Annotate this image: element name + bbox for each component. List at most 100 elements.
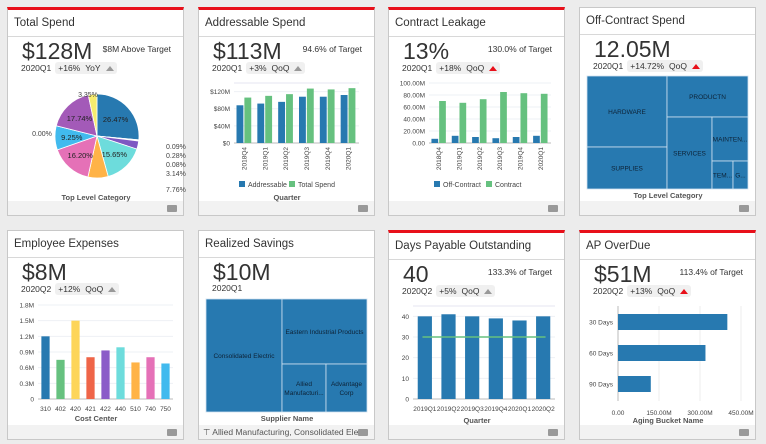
y-tick-label: 60 Days (589, 351, 614, 358)
bar (618, 314, 728, 330)
treemap-label: PRODUCTN (689, 94, 726, 101)
chart: Quarter $0 $40M $80M $120M 2018Q4 2019Q1 2019Q2… (210, 82, 359, 202)
y-tick-label: 100.00M (400, 81, 425, 88)
slice-label: 17.74% (67, 114, 93, 123)
bar-off-contract (472, 137, 479, 143)
slice-label: 0.00% (32, 131, 52, 138)
bar-off-contract (533, 135, 540, 143)
bar-contract (459, 102, 467, 143)
y-tick-label: 1.2M (20, 334, 34, 341)
legend-label: Addressable (248, 182, 287, 189)
bar-off-contract (512, 137, 520, 143)
slice-label: 15.65% (102, 150, 128, 159)
legend-label: Contract (495, 182, 522, 189)
x-tick-label: 2020Q2 (532, 406, 556, 413)
kpi-card-realized-savings[interactable]: Realized Savings $10M 2020Q1 ⊤ Allied Man… (198, 230, 375, 440)
x-tick-label: 2019Q1 (262, 147, 269, 171)
slice-label: 9.25% (61, 133, 83, 142)
x-tick-label: 0.00 (612, 410, 625, 417)
chart: Supplier Name Consolidated Electric Easter… (205, 298, 368, 423)
x-tick-label: 2019Q1 (413, 406, 437, 413)
treemap-tile (325, 363, 368, 413)
bar (86, 357, 95, 399)
bar-addressable (236, 105, 244, 143)
bar-total-spend (244, 97, 252, 143)
x-tick-label: 2019Q2 (477, 147, 484, 171)
bar (417, 316, 432, 399)
treemap-label: Manufacturi... (284, 390, 324, 397)
bar (512, 320, 527, 399)
y-tick-label: $40M (214, 123, 230, 130)
y-tick-label: 80.00M (403, 93, 425, 100)
x-tick-label: 310 (40, 406, 51, 413)
axis-title: Top Level Category (633, 191, 703, 200)
x-tick-label: 2018Q4 (241, 147, 248, 171)
bar-total-spend (306, 88, 314, 143)
kpi-card-contract-leakage[interactable]: Contract Leakage 13% 2020Q1 +18% QoQ 130.0%… (388, 7, 565, 216)
kpi-card-days-payable-outstanding[interactable]: Days Payable Outstanding 40 2020Q2 +5% QoQ… (388, 230, 565, 440)
bar-total-spend (348, 88, 356, 143)
x-tick-label: 150.00M (646, 410, 671, 417)
y-tick-label: 0.6M (20, 365, 34, 372)
y-tick-label: 20.00M (403, 129, 425, 136)
kpi-card-addressable-spend[interactable]: Addressable Spend $113M 2020Q1 +3% QoQ 94.6… (198, 7, 375, 216)
bar-total-spend (265, 95, 273, 143)
y-tick-label: $80M (214, 106, 230, 113)
axis-title: Supplier Name (261, 414, 314, 423)
slice-label: 0.09% (166, 144, 186, 151)
bar-contract (479, 99, 487, 143)
treemap-label: SERVICES (673, 151, 706, 158)
x-tick-label: 2019Q4 (325, 147, 332, 171)
bar-contract (439, 101, 446, 143)
x-tick-label: 450.00M (728, 410, 753, 417)
kpi-card-off-contract-spend[interactable]: Off-Contract Spend 12.05M 2020Q1 +14.72% Q… (579, 7, 756, 216)
y-tick-label: $120M (210, 89, 230, 96)
treemap-label: Eastern Industrial Products (285, 329, 364, 336)
slice-label: 16.20% (68, 151, 94, 160)
y-tick-label: 90 Days (589, 382, 614, 389)
treemap-label: Corp (339, 390, 353, 397)
legend-label: Off-Contract (443, 182, 481, 189)
bar (146, 357, 155, 399)
x-tick-label: 422 (100, 406, 111, 413)
bar-addressable (278, 101, 286, 143)
chart: Cost Center 0 0.3M 0.6M 0.9M 1.2M 1.5M 1.8M 310 4… (20, 303, 173, 423)
slice-label: 0.08% (166, 162, 186, 169)
x-tick-label: 740 (145, 406, 156, 413)
bar (56, 359, 65, 399)
bar (101, 350, 110, 399)
treemap-label: HARDWARE (608, 109, 646, 116)
treemap-label: G... (735, 173, 746, 180)
x-tick-label: 2019Q2 (437, 406, 461, 413)
x-tick-label: 2019Q1 (457, 147, 464, 171)
bar-contract (500, 92, 507, 143)
y-tick-label: 0 (30, 397, 34, 404)
legend-swatch (239, 181, 245, 187)
kpi-card-employee-expenses[interactable]: Employee Expenses $8M 2020Q2 +12% QoQ Cost … (7, 230, 184, 440)
axis-title: Aging Bucket Name (633, 416, 704, 425)
chart: Top Level Category HARDWARE SUPPLIES PRODUC… (586, 75, 749, 200)
x-tick-label: 420 (70, 406, 81, 413)
x-tick-label: 2020Q1 (508, 406, 532, 413)
bar (41, 336, 50, 399)
bar-off-contract (492, 138, 500, 143)
axis-title: Top Level Category (61, 193, 131, 202)
x-tick-label: 2019Q4 (484, 406, 508, 413)
bar-off-contract (431, 138, 439, 143)
treemap-label: Allied (296, 381, 312, 388)
x-tick-label: 2019Q3 (497, 147, 504, 171)
x-tick-label: 2019Q3 (304, 147, 311, 171)
y-tick-label: 30 Days (589, 320, 614, 327)
axis-title: Cost Center (75, 414, 118, 423)
chart: 0.00 20.00M 40.00M 60.00M 80.00M 100.00M 2018Q… (400, 81, 551, 189)
bar (116, 347, 125, 399)
x-tick-label: 750 (160, 406, 171, 413)
y-tick-label: 20 (402, 355, 410, 362)
kpi-card-ap-overdue[interactable]: AP OverDue $51M 2020Q2 +13% QoQ 113.4% of T… (579, 230, 756, 440)
x-tick-label: 2018Q4 (436, 147, 443, 171)
bar (536, 316, 551, 399)
kpi-card-total-spend[interactable]: Total Spend $128M 2020Q1 +16% YoY $8M Above… (7, 7, 186, 216)
chart: Quarter 0 10 20 30 40 2019Q1 2019Q2 2019Q3 2019Q4… (402, 305, 556, 425)
bar (131, 362, 140, 399)
x-tick-label: 2019Q3 (461, 406, 485, 413)
